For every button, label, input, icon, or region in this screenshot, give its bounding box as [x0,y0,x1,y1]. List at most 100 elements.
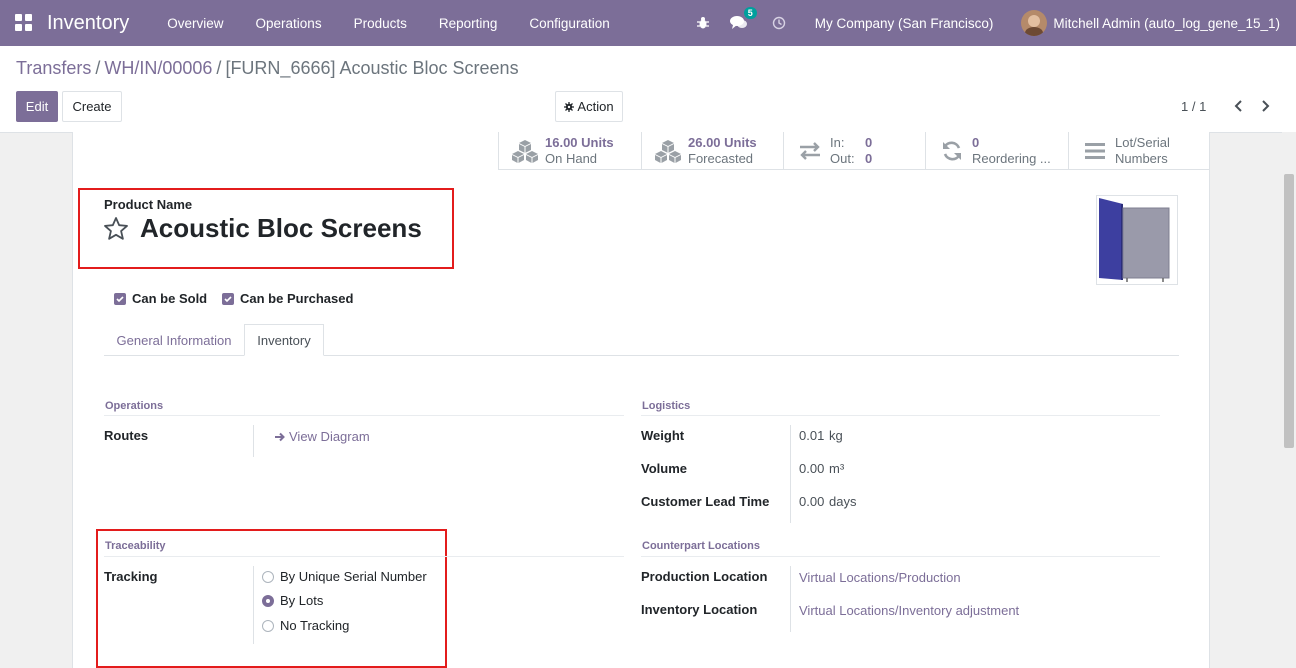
checkmark-icon [222,292,234,305]
chat-icon[interactable]: 5 [729,7,757,33]
cubes-icon [652,137,684,165]
production-location-label: Production Location [641,569,768,584]
can-be-sold-label: Can be Sold [132,291,208,306]
view-diagram-link[interactable]: View Diagram [275,429,370,444]
on-hand-button[interactable]: 16.00 Units On Hand [498,132,641,170]
arrow-right-icon [275,432,285,441]
tracking-option-none-label: No Tracking [280,618,350,633]
tracking-option-none[interactable]: No Tracking [262,618,349,633]
customer-lead-time-value: 0.00 [799,494,825,509]
can-be-sold-checkbox[interactable]: Can be Sold [114,291,207,306]
traceability-group-title: Traceability [105,540,166,552]
tracking-option-lots-label: By Lots [280,593,324,608]
field-separator [790,425,791,523]
user-avatar[interactable] [1021,10,1048,36]
product-name-label: Product Name [104,197,193,212]
action-button-label: Action [577,99,614,114]
action-button[interactable]: Action [555,91,623,122]
volume-unit: m³ [829,461,845,476]
app-title[interactable]: Inventory [47,12,129,35]
out-value: 0 [865,150,873,166]
star-icon[interactable] [103,216,129,242]
can-be-purchased-label: Can be Purchased [240,291,354,306]
breadcrumb-separator: / [216,58,222,78]
radio-selected-icon [262,594,274,607]
checkmark-icon [114,292,126,305]
reordering-value: 0 [972,134,980,150]
tracking-label: Tracking [104,569,158,584]
user-menu[interactable]: Mitchell Admin (auto_log_gene_15_1) [1053,16,1280,31]
in-value: 0 [865,134,873,150]
forecasted-button[interactable]: 26.00 Units Forecasted [641,132,783,170]
production-location-link[interactable]: Virtual Locations/Production [799,570,961,585]
weight-value: 0.01 [799,428,825,443]
pager-value[interactable]: 1 / 1 [1181,99,1206,114]
refresh-icon [936,137,968,165]
view-diagram-label: View Diagram [289,429,370,444]
clock-icon[interactable] [769,13,789,33]
reordering-button[interactable]: 0 Reordering ... [925,132,1068,170]
in-label: In: [830,134,845,150]
product-title: Acoustic Bloc Screens [140,213,422,243]
on-hand-label: On Hand [545,150,598,166]
out-label: Out: [830,150,855,166]
breadcrumb: Transfers / WH/IN/00006 / [FURN_6666] Ac… [16,58,519,79]
customer-lead-time-label: Customer Lead Time [641,494,770,509]
operations-group-title: Operations [105,400,164,412]
breadcrumb-current: [FURN_6666] Acoustic Bloc Screens [225,58,519,78]
breadcrumb-receipt[interactable]: WH/IN/00006 [104,58,212,79]
inventory-location-label: Inventory Location [641,602,758,617]
weight-label: Weight [641,428,685,443]
tracking-option-serial[interactable]: By Unique Serial Number [262,569,427,584]
company-switcher[interactable]: My Company (San Francisco) [815,16,994,31]
lot-serial-label-1: Lot/Serial [1115,134,1170,150]
chevron-right-icon[interactable] [1257,97,1273,115]
logistics-group-title: Logistics [642,400,691,412]
in-out-button[interactable]: In: 0 Out: 0 [783,132,925,170]
menu-overview[interactable]: Overview [151,16,239,31]
menu-reporting[interactable]: Reporting [423,16,514,31]
apps-menu-icon[interactable] [15,14,33,32]
forecasted-label: Forecasted [688,150,754,166]
inventory-location-link[interactable]: Virtual Locations/Inventory adjustment [799,603,1019,618]
lot-serial-label-2: Numbers [1115,150,1168,166]
traceability-divider [104,556,624,557]
create-button[interactable]: Create [62,91,122,122]
bars-icon [1079,137,1111,165]
edit-button[interactable]: Edit [16,91,58,122]
radio-icon [262,570,274,583]
field-separator [253,425,254,457]
reordering-label: Reordering ... [972,150,1051,166]
scrollbar-thumb[interactable] [1284,174,1294,448]
menu-products[interactable]: Products [338,16,423,31]
tab-general-information[interactable]: General Information [104,324,244,356]
breadcrumb-separator: / [95,58,101,78]
counterpart-group-title: Counterpart Locations [642,540,760,552]
exchange-icon [794,137,826,165]
chevron-left-icon[interactable] [1230,97,1246,115]
breadcrumb-transfers[interactable]: Transfers [16,58,91,79]
routes-label: Routes [104,428,149,443]
tab-inventory[interactable]: Inventory [244,324,324,356]
forecasted-value: 26.00 Units [688,134,757,150]
counterpart-divider [641,556,1160,557]
volume-value: 0.00 [799,461,825,476]
gear-icon [564,101,575,112]
lot-serial-button[interactable]: Lot/Serial Numbers [1068,132,1210,170]
top-navbar: Inventory Overview Operations Products R… [0,0,1296,46]
field-separator [253,566,254,644]
weight-unit: kg [829,428,843,443]
field-separator [790,566,791,632]
can-be-purchased-checkbox[interactable]: Can be Purchased [222,291,353,306]
menu-operations[interactable]: Operations [240,16,338,31]
on-hand-value: 16.00 Units [545,134,614,150]
logistics-divider [641,415,1160,416]
product-image[interactable] [1096,195,1178,285]
volume-label: Volume [641,461,687,476]
tracking-option-lots[interactable]: By Lots [262,593,323,608]
bug-icon[interactable] [693,13,713,33]
cubes-icon [509,137,541,165]
menu-configuration[interactable]: Configuration [513,16,625,31]
tracking-option-serial-label: By Unique Serial Number [280,569,427,584]
customer-lead-time-unit: days [829,494,857,509]
